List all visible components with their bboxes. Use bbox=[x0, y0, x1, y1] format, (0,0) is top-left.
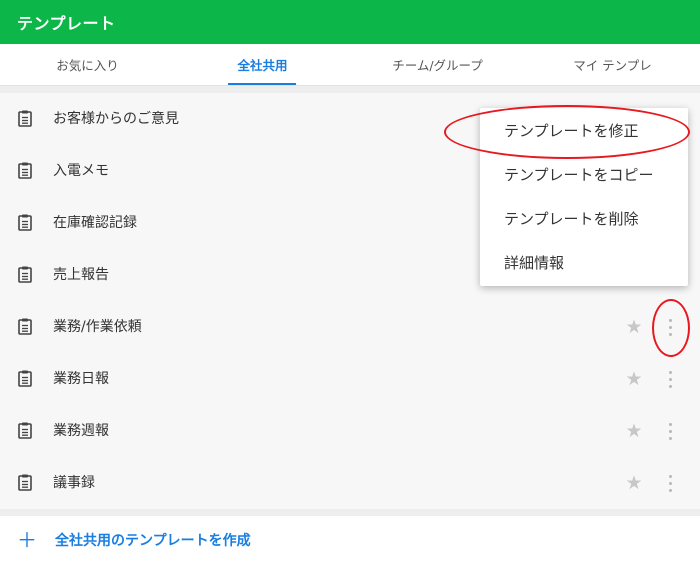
tab-my-templates[interactable]: マイ テンプレ bbox=[525, 44, 700, 85]
clipboard-icon bbox=[18, 110, 32, 127]
tab-bar: お気に入り 全社共用 チーム/グループ マイ テンプレ bbox=[0, 44, 700, 86]
menu-item-edit-template[interactable]: テンプレートを修正 bbox=[480, 108, 688, 152]
template-name: 議事録 bbox=[53, 475, 95, 491]
template-name: 業務週報 bbox=[53, 423, 109, 439]
template-name: 売上報告 bbox=[53, 267, 109, 283]
divider bbox=[0, 86, 700, 93]
star-icon[interactable]: ★ bbox=[624, 473, 644, 493]
template-row[interactable]: 業務週報 ★ bbox=[0, 405, 700, 457]
menu-item-delete-template[interactable]: テンプレートを削除 bbox=[480, 196, 688, 240]
context-menu: テンプレートを修正 テンプレートをコピー テンプレートを削除 詳細情報 bbox=[480, 108, 688, 286]
template-row[interactable]: 業務/作業依頼 ★ bbox=[0, 301, 700, 353]
clipboard-icon bbox=[18, 474, 32, 491]
template-row[interactable]: 議事録 ★ bbox=[0, 457, 700, 509]
plus-icon: ＋ bbox=[17, 528, 37, 552]
more-vertical-icon[interactable] bbox=[660, 470, 680, 496]
tab-favorites[interactable]: お気に入り bbox=[0, 44, 175, 85]
clipboard-icon bbox=[18, 318, 32, 335]
app-header: テンプレート bbox=[0, 0, 700, 44]
tab-company-shared[interactable]: 全社共用 bbox=[175, 44, 350, 85]
page-title: テンプレート bbox=[17, 14, 116, 33]
clipboard-icon bbox=[18, 266, 32, 283]
menu-item-details[interactable]: 詳細情報 bbox=[480, 240, 688, 284]
template-name: 業務日報 bbox=[53, 371, 109, 387]
template-name: 在庫確認記録 bbox=[53, 215, 137, 231]
template-name: 入電メモ bbox=[53, 163, 109, 179]
clipboard-icon bbox=[18, 214, 32, 231]
more-vertical-icon[interactable] bbox=[660, 314, 680, 340]
clipboard-icon bbox=[18, 162, 32, 179]
star-icon[interactable]: ★ bbox=[624, 369, 644, 389]
template-row[interactable]: 業務日報 ★ bbox=[0, 353, 700, 405]
more-vertical-icon[interactable] bbox=[660, 418, 680, 444]
template-name: お客様からのご意見 bbox=[53, 111, 179, 127]
star-icon[interactable]: ★ bbox=[624, 421, 644, 441]
divider bbox=[0, 509, 700, 516]
create-template-label: 全社共用のテンプレートを作成 bbox=[55, 533, 251, 549]
more-vertical-icon[interactable] bbox=[660, 366, 680, 392]
active-tab-indicator bbox=[228, 83, 296, 85]
star-icon[interactable]: ★ bbox=[624, 317, 644, 337]
create-template-button[interactable]: ＋ 全社共用のテンプレートを作成 bbox=[0, 516, 700, 564]
menu-item-copy-template[interactable]: テンプレートをコピー bbox=[480, 152, 688, 196]
clipboard-icon bbox=[18, 422, 32, 439]
tab-team-group[interactable]: チーム/グループ bbox=[350, 44, 525, 85]
template-name: 業務/作業依頼 bbox=[53, 319, 142, 335]
clipboard-icon bbox=[18, 370, 32, 387]
